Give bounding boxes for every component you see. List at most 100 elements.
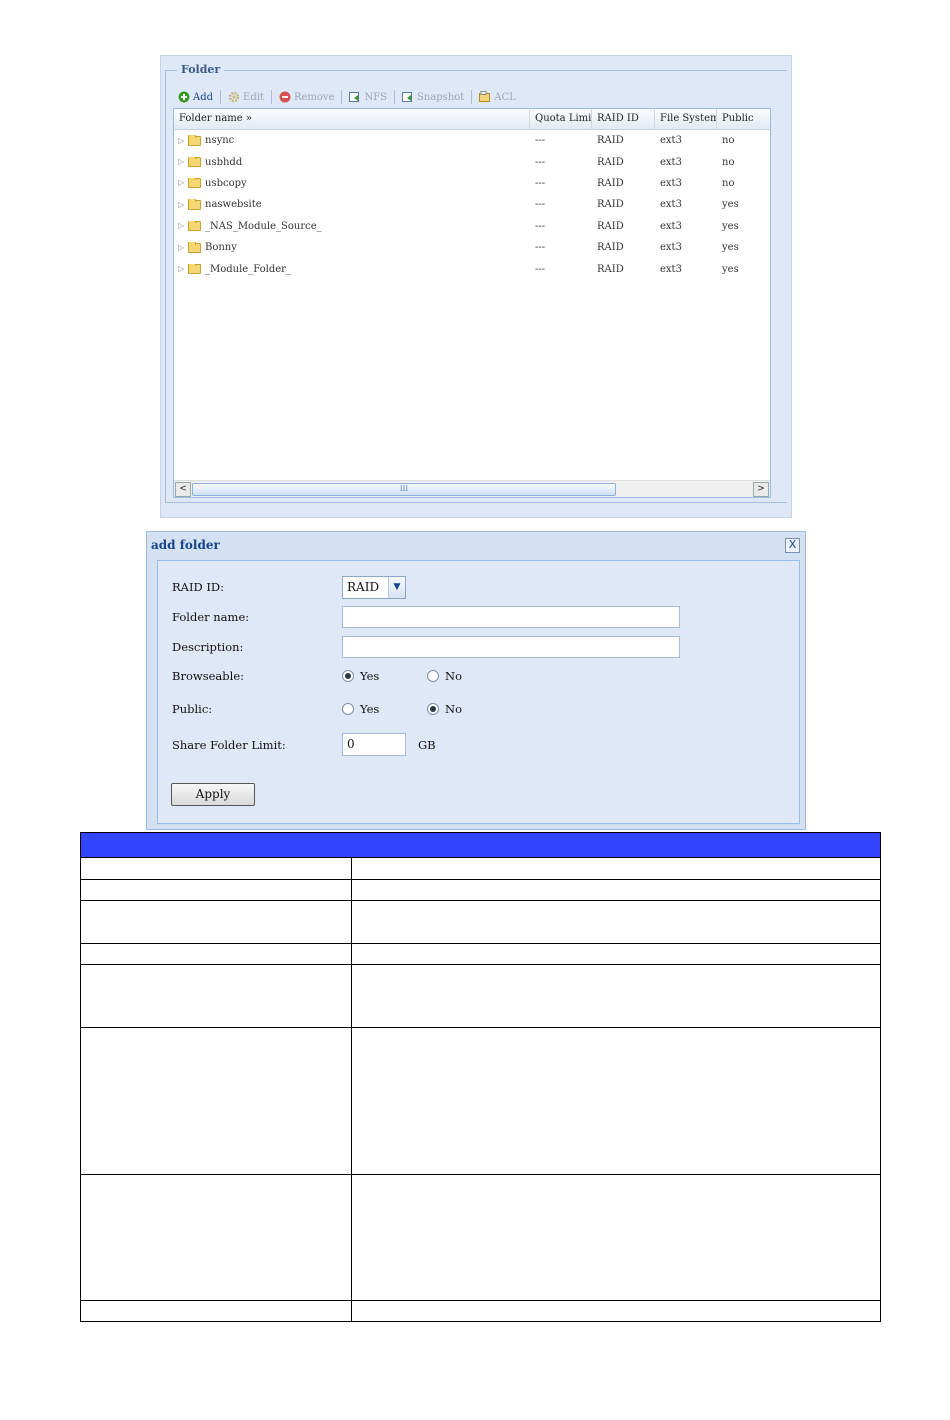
- table-row[interactable]: ▷ usbhdd --- RAID ext3 no: [174, 151, 770, 172]
- public-cell: no: [722, 156, 735, 168]
- expand-arrow-icon[interactable]: ▷: [178, 200, 184, 209]
- quota-limit-cell: ---: [535, 263, 546, 275]
- public-cell: no: [722, 135, 735, 147]
- fieldset-border-left: [165, 70, 166, 503]
- quota-limit-cell: ---: [535, 242, 546, 254]
- chevron-down-icon[interactable]: ▼: [388, 577, 405, 598]
- raid-id-cell: RAID: [597, 263, 624, 275]
- snapshot-button[interactable]: Snapshot: [399, 90, 467, 104]
- folder-icon: [188, 242, 201, 253]
- folder-icon: [188, 220, 201, 232]
- public-cell: yes: [722, 242, 739, 254]
- raid-id-select[interactable]: RAID ▼: [342, 576, 406, 599]
- fieldset-border-top: [165, 70, 787, 71]
- column-header-quota-limit[interactable]: Quota Limit: [530, 109, 592, 129]
- file-system-cell: ext3: [660, 242, 682, 254]
- expand-arrow-icon[interactable]: ▷: [178, 158, 184, 166]
- column-header-public[interactable]: Public: [717, 109, 770, 129]
- table-row[interactable]: ▷ _Module_Folder_ --- RAID ext3 yes: [174, 258, 770, 279]
- raid-id-cell: RAID: [597, 156, 624, 168]
- expand-arrow-icon[interactable]: ▷: [178, 179, 184, 187]
- description-table: [80, 832, 881, 1322]
- add-icon: [178, 91, 190, 103]
- acl-button[interactable]: ACL: [476, 90, 519, 104]
- share-folder-limit-input[interactable]: 0: [342, 733, 406, 756]
- table-row[interactable]: ▷ nsync --- RAID ext3 no: [174, 130, 770, 151]
- scroll-right-arrow[interactable]: >: [753, 482, 769, 497]
- browseable-yes-label: Yes: [360, 669, 380, 683]
- grid-header: Folder name » Quota Limit RAID ID File S…: [174, 109, 770, 130]
- folder-name-cell: ▷ usbhdd: [174, 156, 530, 168]
- raid-id-cell: RAID: [597, 242, 624, 254]
- table-row[interactable]: ▷ _NAS_Module_Source_ --- RAID ext3 yes: [174, 216, 770, 237]
- scroll-left-arrow[interactable]: <: [175, 482, 191, 497]
- nfs-button[interactable]: NFS: [346, 90, 390, 104]
- raid-id-label: RAID ID:: [172, 580, 225, 594]
- quota-limit-cell: ---: [535, 177, 546, 189]
- expand-arrow-icon[interactable]: ▷: [178, 265, 184, 273]
- public-label: Public:: [172, 702, 213, 716]
- column-header-folder-name[interactable]: Folder name »: [174, 109, 530, 129]
- browseable-label: Browseable:: [172, 669, 244, 683]
- limit-unit-label: GB: [418, 738, 436, 752]
- public-no-radio[interactable]: No: [427, 702, 462, 716]
- raid-id-cell: RAID: [597, 177, 624, 189]
- column-header-raid-id[interactable]: RAID ID: [592, 109, 655, 129]
- folder-name-text: nsync: [205, 135, 235, 147]
- browseable-yes-radio[interactable]: Yes: [342, 669, 379, 683]
- folder-panel-title: Folder: [177, 63, 225, 76]
- grid-rows: ▷ nsync --- RAID ext3 no ▷ usbhdd --- RAID ext3 no ▷…: [174, 130, 770, 280]
- folder-panel: Folder Add Edit Remove NFS Snapshot ACL …: [160, 55, 792, 518]
- close-icon[interactable]: X: [785, 538, 800, 553]
- fieldset-border-bottom: [165, 502, 787, 503]
- description-label: Description:: [172, 640, 244, 654]
- folder-grid: Folder name » Quota Limit RAID ID File S…: [173, 108, 771, 498]
- toolbar-separator: [394, 90, 396, 104]
- file-system-cell: ext3: [660, 199, 682, 211]
- table-row[interactable]: ▷ naswebsite --- RAID ext3 yes: [174, 194, 770, 215]
- folder-toolbar: Add Edit Remove NFS Snapshot ACL: [175, 86, 519, 108]
- table-row: [80, 900, 881, 944]
- add-button-label: Add: [193, 91, 214, 103]
- expand-arrow-icon[interactable]: ▷: [178, 136, 184, 145]
- table-row: [80, 964, 881, 1028]
- browseable-no-radio[interactable]: No: [427, 669, 462, 683]
- toolbar-separator: [220, 90, 222, 104]
- description-input[interactable]: [342, 636, 680, 658]
- expand-arrow-icon[interactable]: ▷: [178, 243, 184, 252]
- folder-name-input[interactable]: [342, 606, 680, 628]
- file-system-cell: ext3: [660, 220, 682, 232]
- horizontal-scrollbar[interactable]: < III >: [174, 480, 770, 497]
- public-no-label: No: [445, 702, 462, 716]
- scrollbar-thumb[interactable]: III: [192, 483, 616, 496]
- remove-button-label: Remove: [293, 91, 335, 103]
- acl-button-label: ACL: [494, 91, 516, 103]
- radio-unchecked-icon: [427, 670, 439, 682]
- public-yes-label: Yes: [360, 702, 380, 716]
- public-yes-radio[interactable]: Yes: [342, 702, 379, 716]
- apply-button[interactable]: Apply: [171, 783, 255, 806]
- table-row[interactable]: ▷ usbcopy --- RAID ext3 no: [174, 173, 770, 194]
- folder-icon: [188, 263, 201, 275]
- folder-name-label: Folder name:: [172, 610, 250, 624]
- add-button[interactable]: Add: [175, 90, 216, 104]
- raid-id-cell: RAID: [597, 135, 624, 147]
- snapshot-icon: [402, 92, 413, 102]
- file-system-cell: ext3: [660, 135, 682, 147]
- raid-id-cell: RAID: [597, 220, 624, 232]
- table-row[interactable]: ▷ Bonny --- RAID ext3 yes: [174, 237, 770, 258]
- acl-icon: [479, 91, 491, 102]
- dialog-title: add folder: [151, 538, 220, 552]
- radio-checked-icon: [427, 703, 439, 715]
- folder-icon: [188, 177, 201, 189]
- edit-button[interactable]: Edit: [225, 90, 267, 104]
- file-system-cell: ext3: [660, 263, 682, 275]
- dialog-body: RAID ID: RAID ▼ Folder name: Description…: [157, 560, 800, 824]
- expand-arrow-icon[interactable]: ▷: [178, 222, 184, 230]
- folder-name-cell: ▷ _NAS_Module_Source_: [174, 220, 530, 232]
- public-cell: yes: [722, 263, 739, 275]
- remove-button[interactable]: Remove: [276, 90, 338, 104]
- folder-name-cell: ▷ naswebsite: [174, 199, 530, 210]
- column-header-file-system[interactable]: File System: [655, 109, 717, 129]
- remove-icon: [279, 91, 291, 103]
